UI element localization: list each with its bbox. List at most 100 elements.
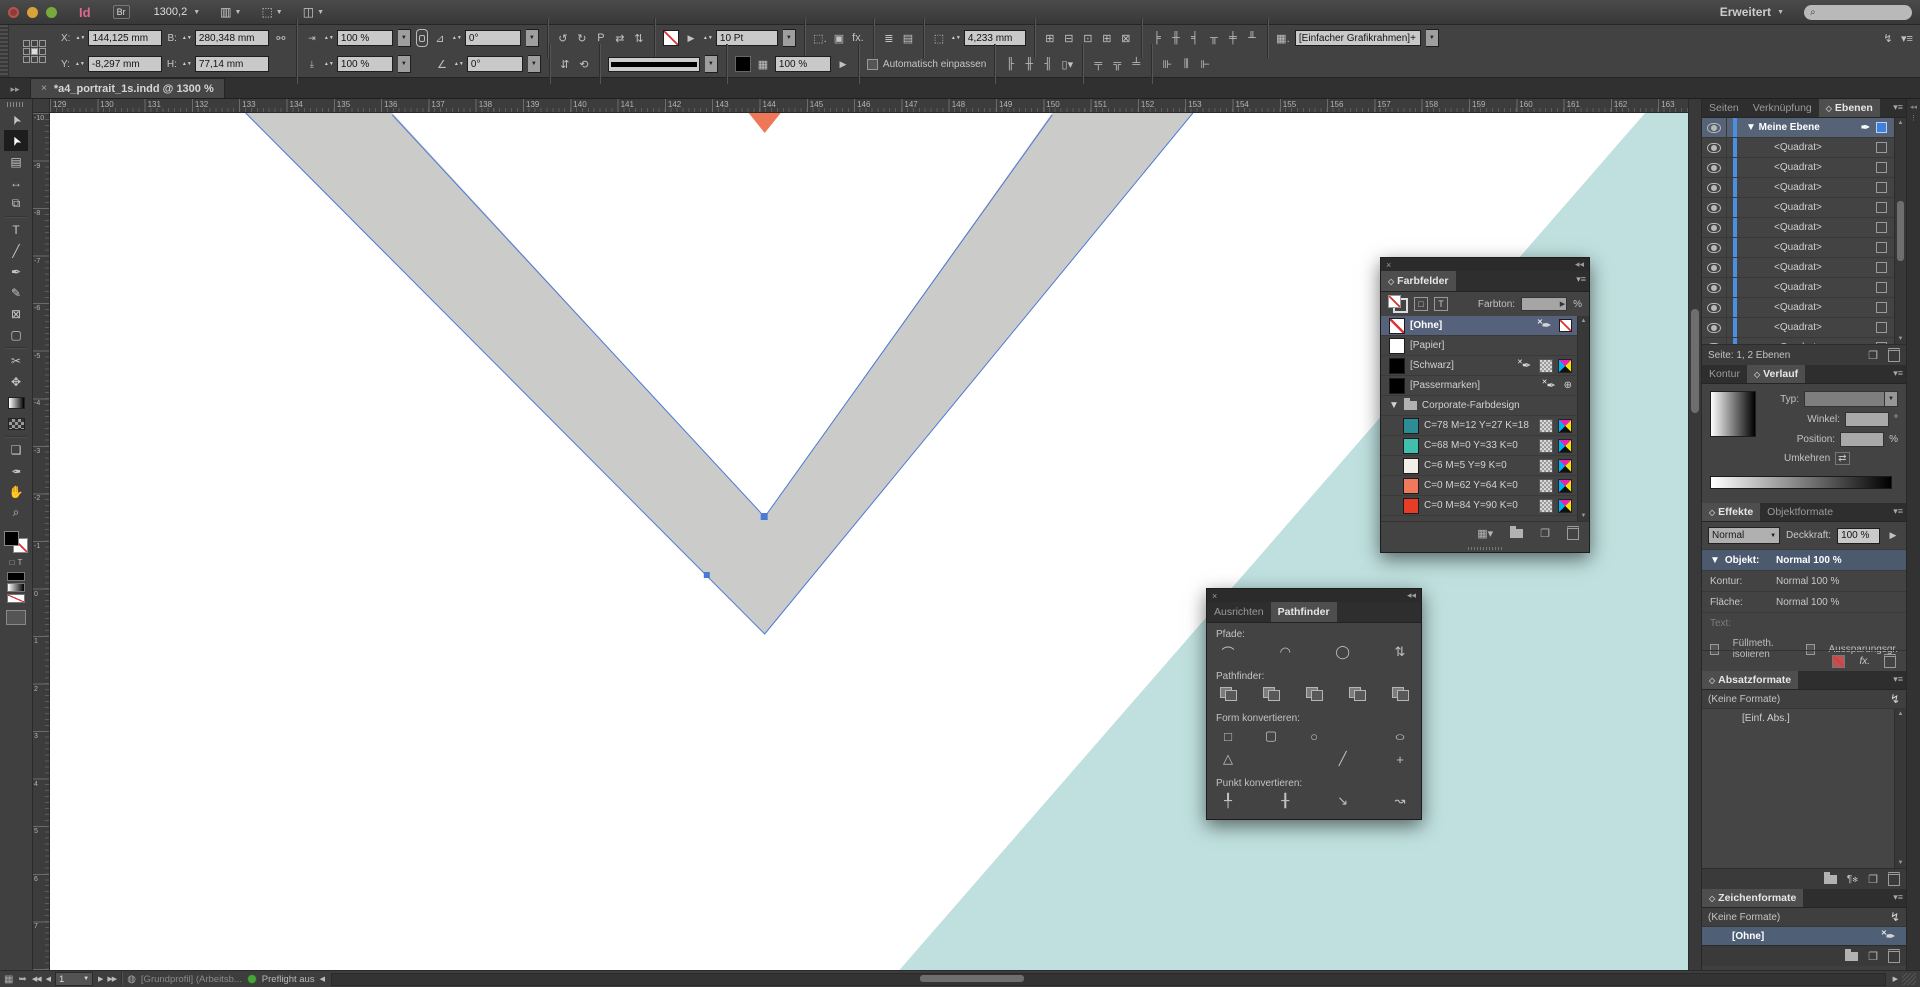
window-zoom-button[interactable] [46,7,57,18]
layer-row[interactable]: <Quadrat> [1702,318,1895,338]
formatting-affects-text-icon[interactable]: T [17,558,22,567]
tab-ausrichten[interactable]: Ausrichten [1207,602,1271,622]
formatting-affects-container-icon[interactable]: □ [1414,297,1428,311]
window-minimize-button[interactable] [27,7,38,18]
new-swatch-icon[interactable]: ❐ [1540,527,1550,540]
quick-apply-icon[interactable]: ↯ [1890,692,1900,706]
layer-visibility-cell[interactable] [1702,138,1727,157]
transparency-icon[interactable]: ▣ [832,32,846,45]
eyedropper-tool[interactable]: ✒ [4,460,28,481]
next-page-button[interactable]: ▶ [98,975,102,983]
reference-point-proxy[interactable] [9,25,59,77]
formatting-affects-container-icon[interactable]: □ [10,558,15,567]
layer-target-box[interactable] [1876,142,1887,153]
new-layer-icon[interactable]: ❐ [1868,349,1878,362]
layers-panel-menu-icon[interactable]: ▾≡ [1893,102,1903,113]
tab-pathfinder[interactable]: Pathfinder [1271,602,1337,622]
convert-oval-icon[interactable]: ○ [1388,726,1412,746]
quick-apply-icon[interactable]: ↯ [1881,32,1895,45]
vertical-scrollbar-thumb[interactable] [1691,309,1699,413]
scroll-right-arrow[interactable]: ▶ [1893,975,1897,983]
eye-icon[interactable] [1707,343,1721,345]
fit-content-icon[interactable]: ⊞ [1043,32,1057,45]
layer-row[interactable]: <Quadrat> [1702,138,1895,158]
blend-mode-dropdown[interactable]: Normal▼ [1708,527,1780,544]
control-panel-grip[interactable] [0,25,9,77]
fill-color-swatch[interactable] [735,56,751,72]
layer-target-box[interactable] [1876,302,1887,313]
layer-visibility-cell[interactable] [1702,178,1727,197]
arrange-documents-dropdown[interactable]: ◫▼ [303,5,324,19]
column-icon-3[interactable]: ⊩ [1198,58,1212,71]
close-icon[interactable]: × [1386,260,1391,270]
delete-swatch-icon[interactable] [1567,526,1579,540]
layer-visibility-cell[interactable] [1702,278,1727,297]
corner-options-icon[interactable]: ⬚ [932,32,946,45]
layer-visibility-cell[interactable] [1702,118,1727,137]
layer-visibility-cell[interactable] [1702,298,1727,317]
new-paragraph-style-icon[interactable]: ❐ [1868,873,1878,886]
panel-resize-grip[interactable] [1381,544,1589,552]
scale-x-field[interactable]: 100 % [337,30,393,46]
tab-seiten[interactable]: Seiten [1702,99,1746,117]
horizontal-ruler[interactable]: 1291301311321331341351361371381391401411… [50,99,1688,113]
convert-rounded-rectangle-icon[interactable]: ▢ [1259,726,1283,746]
tab-farbfelder[interactable]: ◇Farbfelder [1381,271,1456,291]
content-collector-tool[interactable]: ⧉ [4,193,28,214]
width-stepper[interactable]: ▲▼ [182,36,190,41]
y-stepper[interactable]: ▲▼ [75,62,83,67]
type-tool[interactable]: T [4,219,28,240]
convert-minus-back-icon[interactable] [1388,684,1412,704]
close-icon[interactable]: × [1212,591,1217,601]
gap-options-icon-1[interactable]: ╤ [1091,58,1105,70]
free-transform-tool[interactable]: ✥ [4,371,28,392]
convert-plain-point-icon[interactable]: ╀ [1216,791,1240,811]
gradient-ramp[interactable] [1710,476,1892,489]
layer-visibility-cell[interactable] [1702,218,1727,237]
vertical-scrollbar[interactable] [1688,99,1701,970]
rotate-cw-icon[interactable]: ↻ [575,32,589,45]
window-close-button[interactable] [8,7,19,18]
shear-stepper[interactable]: ▲▼ [454,62,462,67]
eye-icon[interactable] [1707,223,1721,233]
stroke-weight-stepper[interactable]: ▲▼ [703,36,711,41]
vertical-ruler[interactable]: -10-9-8-7-6-5-4-3-2-101234567 [33,113,50,970]
link-scale-icon[interactable] [416,29,428,47]
height-field[interactable]: 77,14 mm [195,56,269,72]
layer-row[interactable]: <Quadrat> [1702,158,1895,178]
selection-tool[interactable]: ➤ [4,109,28,130]
paragraph-style-row[interactable]: [Einf. Abs.] [1702,709,1895,727]
scale-y-field[interactable]: 100 % [337,56,393,72]
swatches-panel-menu-icon[interactable]: ▾≡ [1576,274,1586,285]
screen-mode-button[interactable] [6,610,26,625]
tab-zeichenformate[interactable]: ◇Zeichenformate [1702,889,1803,907]
layer-visibility-cell[interactable] [1702,318,1727,337]
fit-fill-icon[interactable]: ⊠ [1119,32,1133,45]
gap-tool[interactable]: ↔ [4,172,28,193]
swatch-row[interactable]: [Passermarken]✒⊕ [1381,376,1578,396]
convert-octagon-icon[interactable] [1345,726,1369,746]
rectangle-tool[interactable]: ▢ [4,324,28,345]
layer-row[interactable]: <Quadrat> [1702,218,1895,238]
workspace-switcher[interactable]: Erweitert ▼ [1720,5,1784,19]
gradient-thumbnail[interactable] [1710,391,1756,437]
effects-target-row[interactable]: ▼Objekt:Normal 100 % [1702,549,1906,570]
gradient-angle-field[interactable] [1845,412,1889,427]
convert-cross-icon[interactable]: + [1388,749,1412,769]
object-style-dropdown[interactable]: ▼ [1426,29,1439,47]
scale-y-dropdown[interactable]: ▼ [398,55,411,73]
eye-icon[interactable] [1707,123,1721,133]
layer-visibility-cell[interactable] [1702,198,1727,217]
hand-tool[interactable]: ✋ [4,481,28,502]
opacity-field[interactable]: 100 % [1837,528,1880,544]
rotate-stepper[interactable]: ▲▼ [452,36,460,41]
layer-target-box[interactable] [1876,342,1887,344]
new-style-group-icon[interactable] [1845,952,1858,961]
tab-ebenen[interactable]: ◇Ebenen [1819,99,1880,117]
pencil-tool[interactable]: ✎ [4,282,28,303]
corner-stepper[interactable]: ▲▼ [951,36,959,41]
rotate-ccw-icon[interactable]: ↺ [556,32,570,45]
scale-y-stepper[interactable]: ▲▼ [324,62,332,67]
redefine-style-icon[interactable]: ¶✻ [1847,874,1858,885]
convert-open-path-icon[interactable]: ◠ [1273,642,1297,662]
